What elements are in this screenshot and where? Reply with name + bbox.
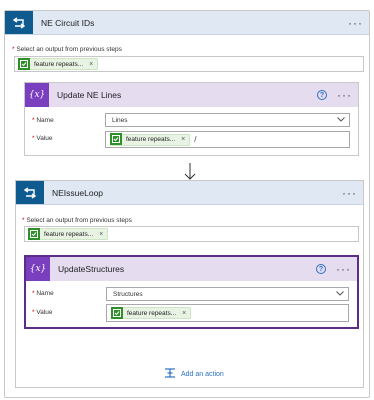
value-input[interactable]: feature repeats... × bbox=[106, 304, 349, 322]
outer-select-input[interactable]: feature repeats... × bbox=[14, 56, 364, 72]
inner-token-remove-icon[interactable]: × bbox=[99, 231, 103, 238]
update-structures-card: {x} UpdateStructures ? ··· * Name Struct… bbox=[24, 255, 359, 329]
loop-icon bbox=[5, 11, 33, 34]
value-token[interactable]: feature repeats... × bbox=[110, 133, 191, 146]
name-dropdown[interactable]: Lines bbox=[105, 113, 350, 127]
value-label: * Value bbox=[32, 309, 53, 316]
inner-loop-title: NEIssueLoop bbox=[52, 187, 104, 198]
inner-loop-menu-button[interactable]: ··· bbox=[342, 187, 363, 199]
value-token-remove-icon[interactable]: × bbox=[181, 136, 185, 143]
variable-icon: {x} bbox=[26, 257, 50, 281]
name-dropdown[interactable]: Structures bbox=[106, 287, 349, 301]
update-ne-lines-title: Update NE Lines bbox=[57, 90, 122, 100]
inner-select-input[interactable]: feature repeats... × bbox=[24, 226, 359, 242]
update-ne-lines-card: {x} Update NE Lines ? ··· * Name Lines *… bbox=[24, 82, 359, 156]
update-structures-title: UpdateStructures bbox=[58, 264, 125, 274]
inner-loop-header[interactable]: NEIssueLoop ··· bbox=[16, 181, 363, 205]
update-ne-lines-header[interactable]: {x} Update NE Lines ? ··· bbox=[25, 83, 358, 107]
token-check-icon bbox=[110, 133, 122, 145]
outer-select-label: * Select an output from previous steps bbox=[12, 46, 122, 53]
chevron-down-icon bbox=[336, 290, 344, 298]
inner-loop-card: NEIssueLoop ··· * Select an output from … bbox=[15, 180, 364, 388]
value-label: * Value bbox=[32, 135, 53, 142]
name-label: * Name bbox=[32, 117, 54, 124]
value-token-remove-icon[interactable]: × bbox=[182, 310, 186, 317]
outer-loop-title: NE Circuit IDs bbox=[41, 17, 95, 28]
update-structures-menu-button[interactable]: ··· bbox=[336, 263, 357, 275]
update-structures-header[interactable]: {x} UpdateStructures ? ··· bbox=[26, 257, 357, 281]
loop-icon bbox=[16, 181, 44, 204]
trailing-text: / bbox=[194, 135, 197, 144]
outer-loop-menu-button[interactable]: ··· bbox=[348, 17, 369, 29]
value-input[interactable]: feature repeats... × / bbox=[105, 131, 350, 148]
help-icon[interactable]: ? bbox=[317, 90, 327, 100]
update-ne-lines-menu-button[interactable]: ··· bbox=[337, 89, 358, 101]
inner-token[interactable]: feature repeats... × bbox=[28, 227, 109, 240]
inner-select-label: * Select an output from previous steps bbox=[22, 217, 132, 224]
chevron-down-icon bbox=[337, 116, 345, 124]
token-check-icon bbox=[18, 57, 30, 70]
help-icon[interactable]: ? bbox=[316, 264, 326, 274]
add-action-icon bbox=[164, 368, 176, 380]
outer-token-remove-icon[interactable]: × bbox=[89, 61, 93, 68]
token-check-icon bbox=[28, 227, 40, 240]
outer-token[interactable]: feature repeats... × bbox=[18, 57, 99, 70]
arrow-down-icon bbox=[184, 163, 196, 180]
value-token[interactable]: feature repeats... × bbox=[111, 306, 192, 319]
name-label: * Name bbox=[32, 290, 54, 297]
variable-icon: {x} bbox=[25, 83, 49, 107]
token-check-icon bbox=[111, 306, 123, 319]
add-action-button[interactable]: Add an action bbox=[164, 368, 224, 380]
outer-loop-header[interactable]: NE Circuit IDs ··· bbox=[5, 11, 369, 35]
